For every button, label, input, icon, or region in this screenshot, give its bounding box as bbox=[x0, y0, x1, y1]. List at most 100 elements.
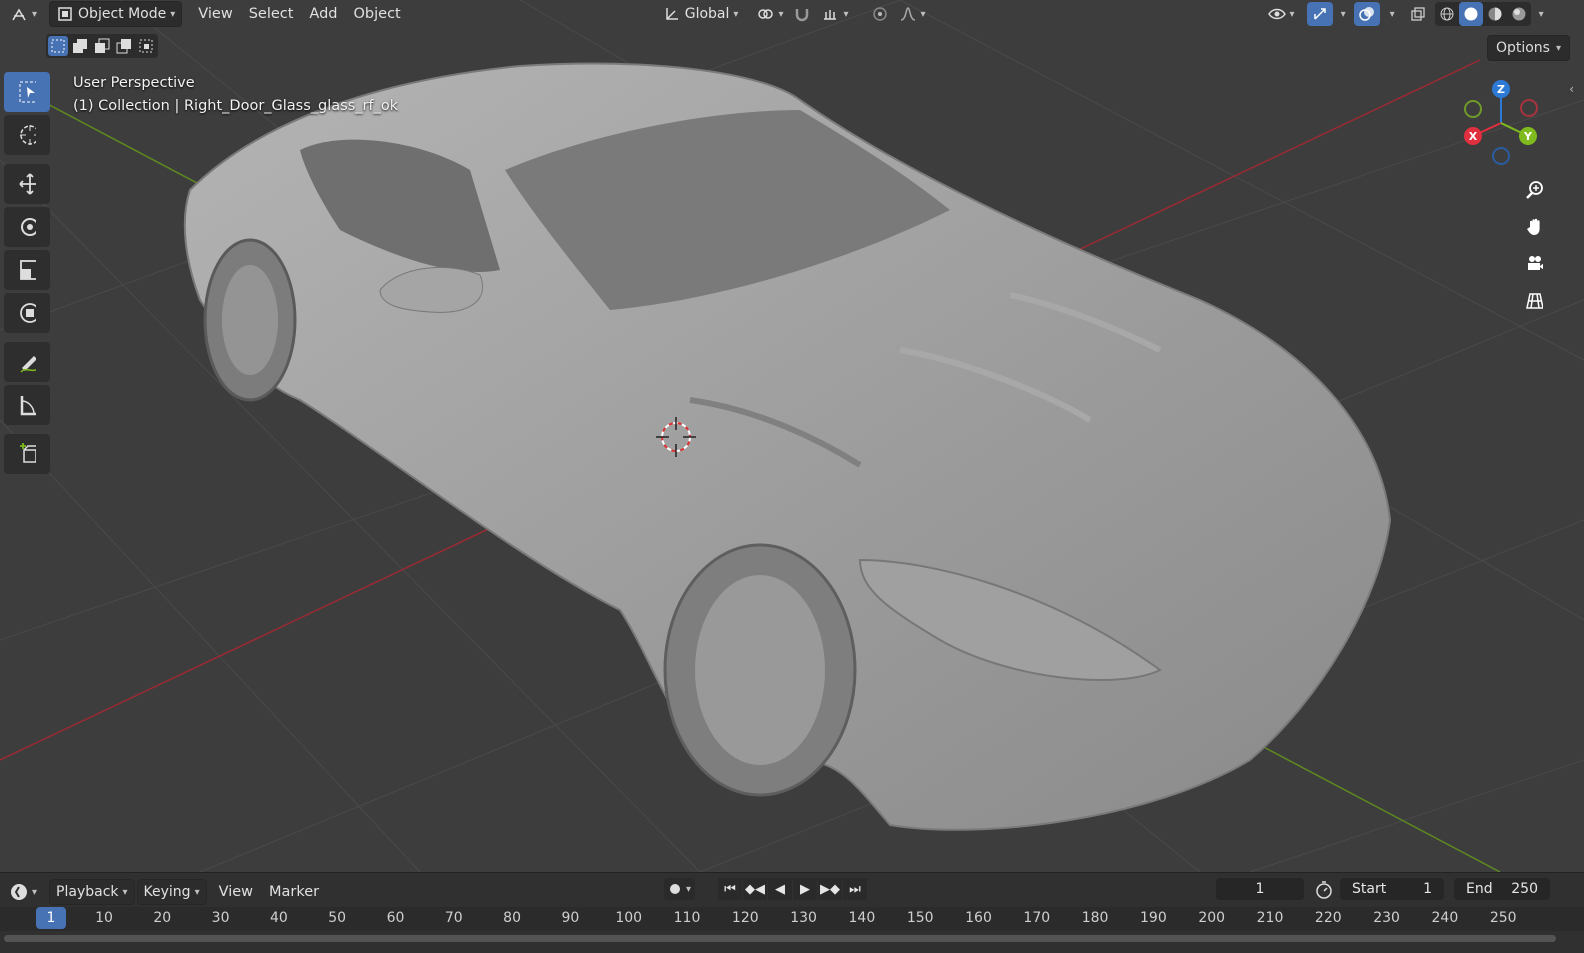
options-dropdown[interactable]: Options ▾ bbox=[1486, 35, 1570, 61]
overlays-chevron-icon[interactable]: ▾ bbox=[1390, 9, 1395, 20]
timeline-menu-marker[interactable]: Marker bbox=[261, 880, 327, 904]
pivot-dropdown[interactable]: ▾ bbox=[750, 2, 789, 26]
prev-keyframe-button[interactable]: ◆◀ bbox=[743, 878, 767, 900]
pan-button[interactable] bbox=[1517, 210, 1551, 244]
keying-label: Keying bbox=[143, 884, 191, 900]
frame-tick: 20 bbox=[153, 910, 172, 926]
scrollbar-thumb[interactable] bbox=[4, 935, 1556, 942]
navigation-gizmo[interactable]: Z X Y bbox=[1456, 78, 1546, 168]
playhead-frame[interactable]: 1 bbox=[36, 907, 66, 929]
keying-menu[interactable]: Keying ▾ bbox=[136, 879, 207, 905]
falloff-dropdown[interactable]: ▾ bbox=[893, 2, 932, 26]
hand-icon bbox=[1525, 218, 1543, 236]
menu-view[interactable]: View bbox=[190, 2, 240, 26]
tool-scale[interactable] bbox=[4, 250, 50, 290]
jump-end-button[interactable]: ⏭ bbox=[843, 878, 867, 900]
menu-add[interactable]: Add bbox=[301, 2, 345, 26]
start-frame-field[interactable]: Start 1 bbox=[1340, 878, 1444, 900]
tool-transform[interactable] bbox=[4, 293, 50, 333]
frame-tick: 70 bbox=[444, 910, 463, 926]
tool-annotate[interactable] bbox=[4, 342, 50, 382]
timeline-editor-type[interactable]: ▾ bbox=[4, 880, 43, 904]
proportional-edit-toggle[interactable] bbox=[867, 2, 893, 26]
xray-toggle[interactable] bbox=[1405, 2, 1431, 26]
gizmo-toggle[interactable] bbox=[1306, 2, 1333, 26]
frame-tick: 250 bbox=[1489, 910, 1517, 926]
timeline-menu-view[interactable]: View bbox=[211, 880, 261, 904]
timeline-editor: ▾ Playback ▾ Keying ▾ View Marker ▾ ⏮ ◆◀ ◀… bbox=[0, 872, 1584, 953]
next-keyframe-button[interactable]: ▶◆ bbox=[818, 878, 842, 900]
viewport-info: User Perspective (1) Collection | Right_… bbox=[73, 72, 398, 118]
play-icon: ▶ bbox=[800, 881, 810, 897]
select-new-button[interactable] bbox=[48, 36, 68, 56]
select-mode-group bbox=[46, 34, 158, 58]
frame-tick: 200 bbox=[1198, 910, 1226, 926]
3d-viewport[interactable]: ▾ Object Mode ▾ View Select Add Object G… bbox=[0, 0, 1584, 872]
chevron-down-icon: ▾ bbox=[843, 8, 849, 20]
snap-target-dropdown[interactable]: ▾ bbox=[815, 2, 854, 26]
record-icon[interactable] bbox=[670, 884, 680, 894]
mode-dropdown[interactable]: Object Mode ▾ bbox=[49, 1, 183, 27]
shading-rendered[interactable] bbox=[1507, 2, 1531, 26]
chevron-down-icon: ▾ bbox=[32, 886, 38, 898]
select-invert-icon bbox=[115, 37, 133, 55]
ortho-toggle-button[interactable] bbox=[1517, 284, 1551, 318]
chevron-down-icon[interactable]: ▾ bbox=[686, 884, 691, 895]
playback-label: Playback bbox=[56, 884, 119, 900]
select-extend-button[interactable] bbox=[70, 36, 90, 56]
transform-orientation-icon bbox=[663, 5, 681, 23]
play-reverse-button[interactable]: ◀ bbox=[768, 878, 792, 900]
tool-select-box[interactable] bbox=[4, 72, 50, 112]
gizmo-z-label: Z bbox=[1497, 83, 1505, 96]
frame-tick: 50 bbox=[328, 910, 347, 926]
gizmo-chevron-icon[interactable]: ▾ bbox=[1341, 9, 1346, 20]
shading-solid[interactable] bbox=[1458, 2, 1483, 26]
stopwatch-icon[interactable] bbox=[1314, 880, 1334, 904]
perspective-label: User Perspective bbox=[73, 75, 195, 91]
jump-end-icon: ⏭ bbox=[849, 881, 861, 897]
sidebar-toggle-icon[interactable]: ‹ bbox=[1569, 82, 1574, 96]
current-frame-value: 1 bbox=[1255, 881, 1265, 897]
tool-measure[interactable] bbox=[4, 385, 50, 425]
playback-menu[interactable]: Playback ▾ bbox=[49, 879, 135, 905]
current-frame-field[interactable]: 1 bbox=[1216, 878, 1304, 900]
shading-chevron-icon[interactable]: ▾ bbox=[1539, 9, 1544, 20]
play-button[interactable]: ▶ bbox=[793, 878, 817, 900]
select-invert-button[interactable] bbox=[114, 36, 134, 56]
editor-type-button[interactable]: ▾ bbox=[4, 2, 43, 26]
tool-move[interactable] bbox=[4, 164, 50, 204]
tool-add-cube[interactable] bbox=[4, 434, 50, 474]
frame-tick: 100 bbox=[615, 910, 643, 926]
shading-group bbox=[1434, 2, 1531, 26]
select-subtract-button[interactable] bbox=[92, 36, 112, 56]
tool-rotate[interactable] bbox=[4, 207, 50, 247]
menu-select[interactable]: Select bbox=[241, 2, 302, 26]
timeline-scrollbar[interactable] bbox=[0, 931, 1584, 945]
chevron-down-icon: ▾ bbox=[778, 8, 784, 20]
tool-cursor[interactable] bbox=[4, 115, 50, 155]
select-intersect-button[interactable] bbox=[136, 36, 156, 56]
orientation-dropdown[interactable]: Global ▾ bbox=[657, 2, 745, 26]
frame-tick: 80 bbox=[503, 910, 522, 926]
snap-toggle[interactable] bbox=[789, 2, 815, 26]
jump-start-button[interactable]: ⏮ bbox=[718, 878, 742, 900]
camera-view-button[interactable] bbox=[1517, 247, 1551, 281]
shading-wireframe[interactable] bbox=[1435, 2, 1459, 26]
select-extend-icon bbox=[71, 37, 89, 55]
overlays-toggle[interactable] bbox=[1353, 2, 1380, 26]
select-box-icon bbox=[18, 81, 36, 103]
shading-material[interactable] bbox=[1483, 2, 1507, 26]
visibility-dropdown[interactable]: ▾ bbox=[1262, 2, 1301, 26]
frame-ruler[interactable]: 1 10 20 30 40 50 60 70 80 90 100 110 120 130 140 150 16… bbox=[0, 907, 1584, 931]
playhead-frame-value: 1 bbox=[46, 910, 56, 926]
zoom-button[interactable] bbox=[1517, 173, 1551, 207]
frame-tick: 190 bbox=[1140, 910, 1167, 926]
frame-tick: 10 bbox=[95, 910, 113, 926]
menu-object[interactable]: Object bbox=[346, 2, 409, 26]
chevron-down-icon: ▾ bbox=[32, 8, 38, 20]
chevron-down-icon: ▾ bbox=[733, 8, 739, 20]
move-icon bbox=[18, 173, 36, 195]
tool-shelf bbox=[4, 72, 52, 477]
material-sphere-icon bbox=[1486, 5, 1504, 23]
end-frame-field[interactable]: End 250 bbox=[1454, 878, 1550, 900]
